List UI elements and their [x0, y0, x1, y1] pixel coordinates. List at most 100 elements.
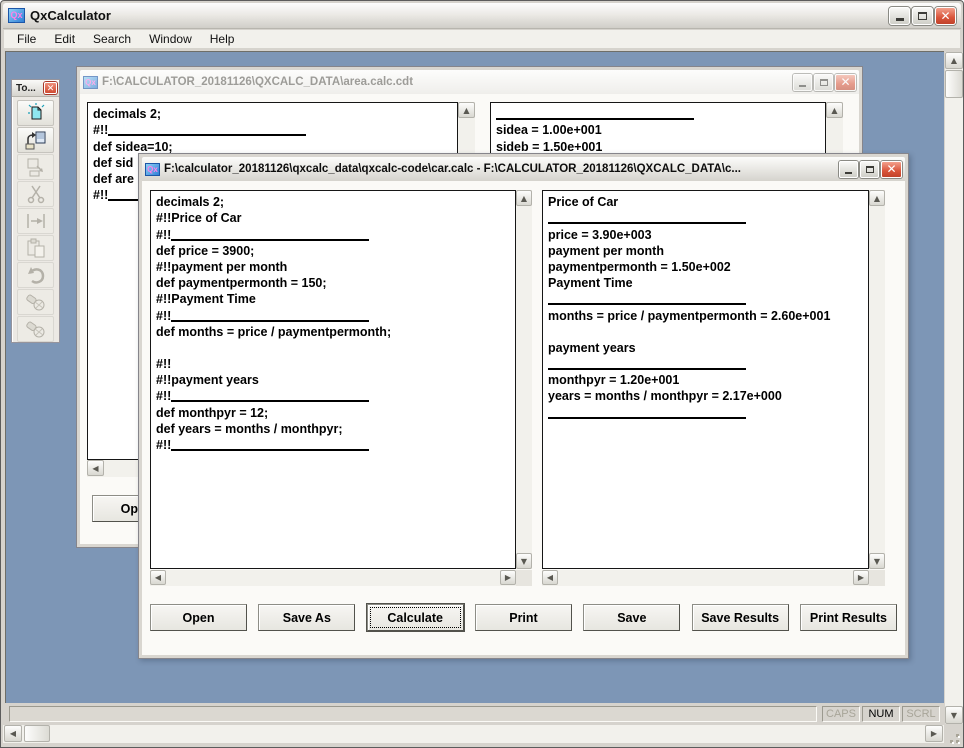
scroll-right-button[interactable]: ▶ [925, 725, 943, 742]
open-button[interactable]: Open [150, 604, 247, 631]
arrow-down-icon: ▼ [520, 556, 528, 566]
open-button[interactable]: Op [92, 495, 139, 522]
print-button[interactable]: Print [474, 604, 572, 631]
minimize-button[interactable] [889, 6, 910, 25]
code-line: years = months / monthpyr = 2.17e+000 [548, 389, 782, 404]
scroll-right-button[interactable]: ▶ [853, 570, 869, 585]
child-titlebar[interactable]: Qx F:\CALCULATOR_20181126\QXCALC_DATA\ar… [80, 70, 859, 94]
code-editor-panel[interactable]: decimals 2; #!!Price of Car #!! def price =… [150, 190, 516, 569]
close-button[interactable]: ✕ [881, 160, 902, 178]
scroll-left-button[interactable]: ◀ [150, 570, 166, 585]
scroll-left-button[interactable]: ◀ [87, 460, 104, 476]
code-line: #!!payment per month [156, 259, 288, 274]
maximize-button[interactable] [860, 160, 879, 178]
open-file-button[interactable] [17, 127, 54, 153]
code-line: payment years [548, 340, 636, 355]
scroll-up-button[interactable]: ▲ [826, 102, 843, 118]
maximize-button[interactable] [912, 6, 933, 25]
menu-item-file[interactable]: File [8, 30, 45, 48]
scroll-left-button[interactable]: ◀ [4, 725, 22, 742]
code-line: def years = months / monthpyr; [156, 421, 343, 436]
arrow-up-icon: ▲ [520, 193, 528, 203]
scroll-thumb[interactable] [24, 725, 50, 742]
code-line: Price of Car [548, 195, 619, 210]
mdi-horizontal-scrollbar[interactable]: ◀ ▶ [3, 725, 944, 743]
title-bar[interactable]: Qx QxCalculator ✕ [3, 3, 961, 29]
code-line: #!!Price of Car [156, 211, 242, 226]
code-line: #!!Payment Time [156, 292, 256, 307]
code-horizontal-scrollbar[interactable]: ◀ ▶ [150, 570, 516, 586]
status-indicator-scrl: SCRL [902, 706, 940, 722]
scroll-up-button[interactable]: ▲ [458, 102, 475, 118]
status-message-field [9, 706, 817, 722]
code-line: decimals 2; [93, 107, 162, 122]
code-line: #!! [156, 437, 515, 453]
scroll-down-button[interactable]: ▼ [516, 553, 532, 569]
code-line: Payment Time [548, 276, 633, 291]
menu-item-edit[interactable]: Edit [45, 30, 84, 48]
child-window-car-calc: Qx F:\calculator_20181126\qxcalc_data\qx… [138, 153, 909, 659]
child-window-title: F:\CALCULATOR_20181126\QXCALC_DATA\area.… [102, 76, 414, 88]
calculate-button[interactable]: Calculate [366, 604, 464, 631]
maximize-button[interactable] [814, 73, 833, 91]
close-button[interactable]: ✕ [835, 73, 856, 91]
scroll-up-button[interactable]: ▲ [516, 190, 532, 206]
horizontal-rule [108, 134, 307, 137]
code-line: #!! [156, 226, 515, 242]
scroll-up-button[interactable]: ▲ [869, 190, 885, 206]
code-line: price = 3.90e+003 [548, 227, 652, 242]
code-line: sidea = 1.00e+001 [496, 123, 602, 138]
close-icon: ✕ [940, 8, 951, 23]
results-horizontal-scrollbar[interactable]: ◀ ▶ [542, 570, 869, 586]
horizontal-rule [548, 222, 746, 225]
minimize-button[interactable] [839, 160, 858, 178]
scroll-up-button[interactable]: ▲ [945, 52, 963, 69]
minimize-icon [799, 85, 806, 87]
child-window-title: F:\calculator_20181126\qxcalc_data\qxcal… [164, 163, 741, 175]
save-button[interactable]: Save [583, 604, 681, 631]
find-icon [25, 294, 44, 311]
rule-line [548, 210, 868, 226]
mdi-vertical-scrollbar[interactable]: ▲ ▼ [945, 52, 963, 724]
new-file-button[interactable] [17, 100, 54, 126]
menu-item-window[interactable]: Window [140, 30, 201, 48]
scroll-left-button[interactable]: ◀ [542, 570, 558, 585]
horizontal-rule [171, 238, 370, 241]
code-line: months = price / paymentpermonth = 2.60e… [548, 308, 831, 323]
rule-line [548, 356, 868, 372]
code-line: def price = 3900; [156, 243, 255, 258]
undo-icon [27, 267, 44, 284]
child-titlebar[interactable]: Qx F:\calculator_20181126\qxcalc_data\qx… [142, 157, 905, 181]
new-file-icon [27, 103, 44, 120]
minimize-icon [895, 18, 904, 21]
action-button-row: Open Save As Calculate Print Save Save Result… [150, 604, 897, 631]
minimize-icon [845, 172, 852, 174]
tool-palette-titlebar[interactable]: To... ✕ [12, 80, 59, 97]
close-button[interactable]: ✕ [935, 6, 956, 25]
menu-item-search[interactable]: Search [84, 30, 140, 48]
scroll-down-button[interactable]: ▼ [869, 553, 885, 569]
arrow-up-icon: ▲ [950, 56, 958, 65]
scroll-right-button[interactable]: ▶ [500, 570, 516, 585]
minimize-button[interactable] [793, 73, 812, 91]
status-bar: CAPS NUM SCRL [4, 703, 942, 725]
print-results-button[interactable]: Print Results [799, 604, 897, 631]
insert-icon [26, 214, 45, 228]
scroll-down-button[interactable]: ▼ [945, 706, 963, 724]
code-vertical-scrollbar[interactable]: ▲ ▼ [516, 190, 532, 569]
results-panel[interactable]: Price of Car price = 3.90e+003 payment per… [542, 190, 869, 569]
menu-bar: File Edit Search Window Help [4, 30, 960, 49]
menu-item-help[interactable]: Help [201, 30, 244, 48]
copy-file-icon [27, 158, 43, 177]
save-as-button[interactable]: Save As [258, 604, 356, 631]
open-file-icon [25, 131, 45, 150]
save-results-button[interactable]: Save Results [691, 604, 789, 631]
scroll-thumb[interactable] [945, 70, 963, 98]
insert-button [17, 208, 54, 234]
resize-grip[interactable] [945, 729, 962, 746]
tool-palette-close-button[interactable]: ✕ [44, 82, 57, 94]
maximize-icon [918, 11, 927, 20]
paste-button [17, 235, 54, 261]
rule-line [496, 106, 825, 122]
results-vertical-scrollbar[interactable]: ▲ ▼ [869, 190, 885, 569]
